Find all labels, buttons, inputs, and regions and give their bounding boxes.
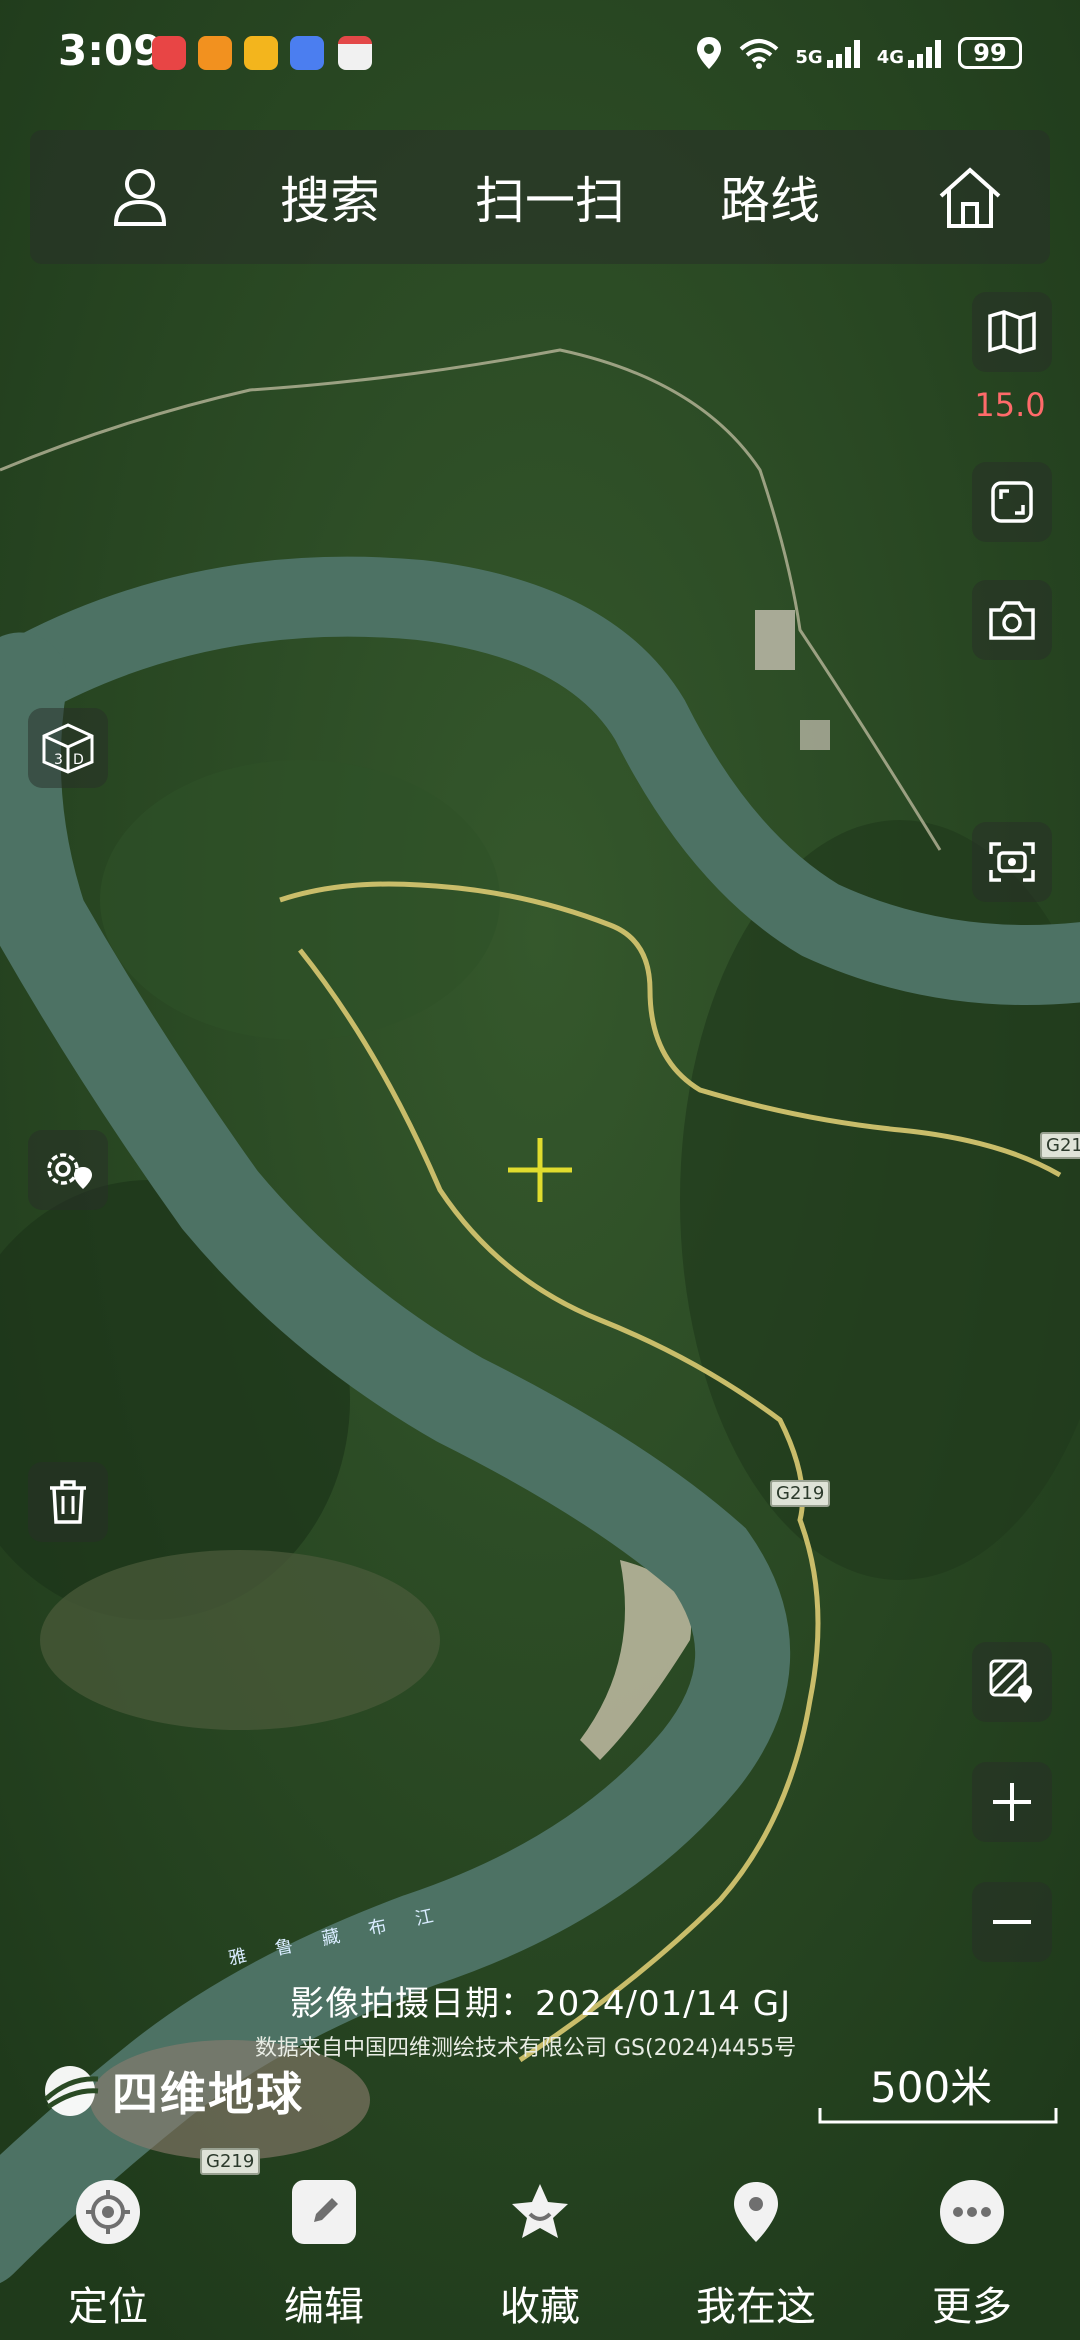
top-toolbar: 搜索 扫一扫 路线: [30, 130, 1050, 264]
camera-icon: [989, 601, 1035, 640]
trash-icon: [50, 1480, 86, 1524]
search-button[interactable]: 搜索: [250, 130, 410, 264]
location-icon: [697, 37, 722, 69]
3d-toggle-button[interactable]: 3 D: [28, 708, 108, 788]
imagery-date: 影像拍摄日期：2024/01/14 GJ: [290, 1984, 792, 2024]
bottom-navigation: 定位 编辑 收藏 我在这 更多: [0, 2150, 1080, 2340]
status-bar: 3:09 5G 4G 99: [0, 0, 1080, 110]
battery-indicator: 99: [958, 37, 1022, 69]
scan-button[interactable]: 扫一扫: [450, 130, 650, 264]
signal-bars-icon: [908, 40, 941, 68]
zoom-in-button[interactable]: [972, 1762, 1052, 1842]
signal-5g: 5G: [795, 38, 862, 68]
map-grid-icon: [989, 1659, 1032, 1703]
app-notification-icon: [198, 36, 232, 70]
signal-4g: 4G: [877, 38, 944, 68]
star-icon: [508, 2180, 572, 2244]
app-logo: 四维地球: [40, 2058, 304, 2124]
mail-icon: [244, 36, 278, 70]
svg-text:D: D: [73, 752, 84, 768]
road-label-g219-right: G219: [1040, 1132, 1080, 1159]
wifi-icon: [740, 39, 779, 69]
nav-locate-label: 定位: [68, 2284, 148, 2330]
scan-label: 扫一扫: [475, 172, 625, 230]
locate-icon: [76, 2180, 140, 2244]
music-icon: [290, 36, 324, 70]
minus-icon: [993, 1920, 1031, 1924]
3d-cube-icon: 3 D: [42, 723, 94, 774]
home-button[interactable]: [910, 130, 1030, 264]
person-icon: [113, 169, 167, 226]
nav-i-am-here[interactable]: 我在这: [676, 2150, 836, 2340]
data-copyright: 数据来自中国四维测绘技术有限公司 GS(2024)4455号: [255, 2036, 797, 2061]
road-label-g219-center: G219: [770, 1480, 831, 1507]
zoom-level: 15.0: [974, 386, 1046, 424]
delete-button[interactable]: [28, 1462, 108, 1542]
nav-more[interactable]: 更多: [892, 2150, 1052, 2340]
plus-icon: [993, 1783, 1031, 1821]
nav-more-label: 更多: [932, 2284, 1012, 2330]
logo-text: 四维地球: [112, 2067, 304, 2121]
gear-location-icon: [47, 1153, 92, 1189]
nav-favorites-label: 收藏: [500, 2284, 580, 2330]
nav-favorites[interactable]: 收藏: [460, 2150, 620, 2340]
nav-locate[interactable]: 定位: [28, 2150, 188, 2340]
scan-capture-button[interactable]: [972, 822, 1052, 902]
scale-label: 500米: [870, 2063, 993, 2112]
fullscreen-button[interactable]: [972, 462, 1052, 542]
calendar-icon: [338, 36, 372, 70]
svg-text:3: 3: [54, 752, 63, 768]
nav-i-am-here-label: 我在这: [696, 2284, 816, 2330]
zoom-out-button[interactable]: [972, 1882, 1052, 1962]
status-indicators: 5G 4G 99: [695, 30, 1022, 76]
capture-icon: [989, 842, 1035, 882]
pin-icon: [724, 2180, 788, 2244]
app-notification-icon: [152, 36, 186, 70]
home-icon: [939, 167, 1001, 228]
screenshot-button[interactable]: [972, 580, 1052, 660]
status-time: 3:09: [58, 26, 163, 75]
location-settings-button[interactable]: [28, 1130, 108, 1210]
logo-swoosh-icon: [44, 2066, 99, 2116]
edit-icon: [292, 2180, 356, 2244]
fullscreen-icon: [991, 481, 1033, 523]
profile-button[interactable]: [90, 130, 190, 264]
nav-edit[interactable]: 编辑: [244, 2150, 404, 2340]
nav-edit-label: 编辑: [284, 2284, 364, 2330]
search-label: 搜索: [280, 172, 380, 230]
scale-bar: [818, 2108, 1058, 2124]
route-label: 路线: [720, 172, 820, 230]
signal-bars-icon: [826, 40, 860, 68]
clear-map-button[interactable]: [972, 1642, 1052, 1722]
more-icon: [940, 2180, 1004, 2244]
map-icon: [988, 310, 1036, 354]
map-layers-button[interactable]: [972, 292, 1052, 372]
route-button[interactable]: 路线: [690, 130, 850, 264]
